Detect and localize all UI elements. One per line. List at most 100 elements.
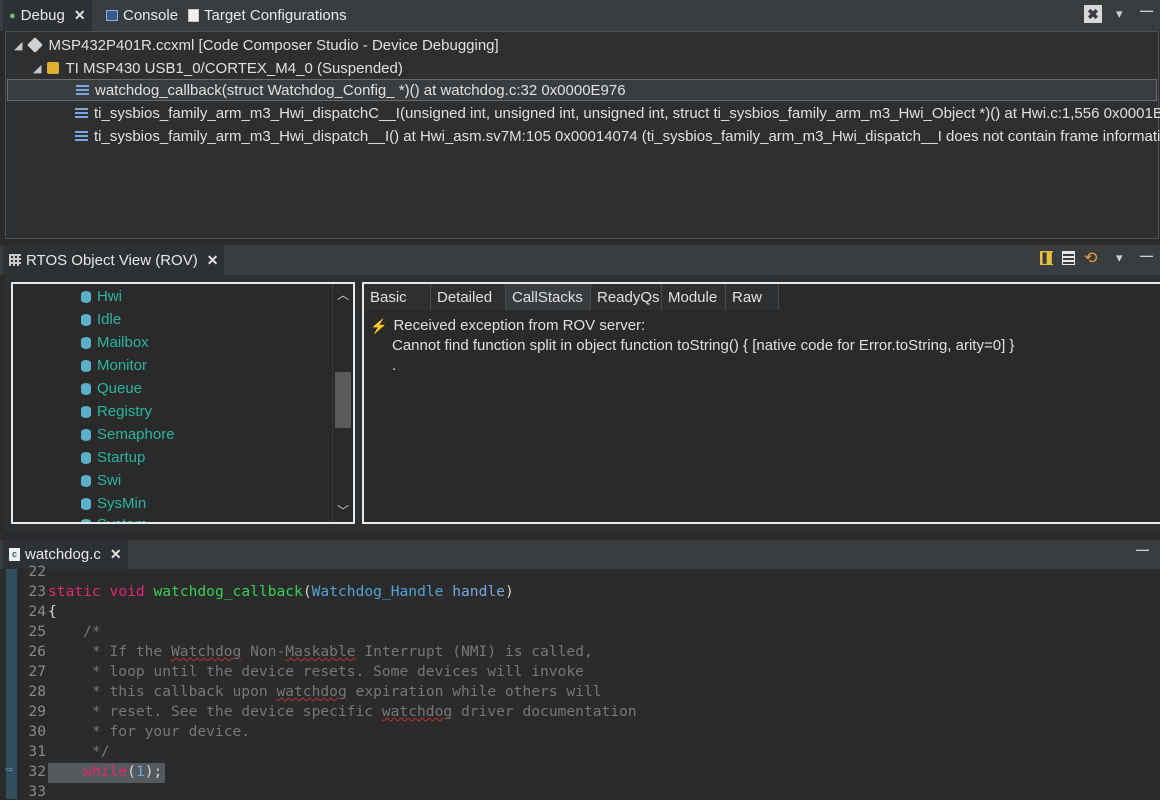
code-line-29: * reset. See the device specific watchdo… [48, 703, 637, 720]
module-label: Registry [97, 403, 153, 420]
line-number: 25 [28, 623, 46, 640]
tree-row-root[interactable]: ◢ MSP432P401R.ccxml [Code Composer Studi… [14, 34, 499, 56]
error-plug-icon: ⚡ [370, 318, 388, 334]
collapse-arrow-icon[interactable]: ◢ [33, 62, 41, 75]
module-icon [81, 451, 91, 464]
stack-frame-icon [75, 107, 88, 119]
module-icon [81, 428, 91, 441]
tab-debug-label: Debug [20, 7, 65, 24]
module-label: Swi [97, 472, 122, 489]
rov-message: ⚡ Received exception from ROV server: Ca… [370, 316, 1014, 376]
module-icon [81, 336, 91, 349]
line-number: 29 [28, 703, 46, 720]
view-menu-icon[interactable]: ▾ [1116, 250, 1123, 266]
minimize-icon[interactable]: — [1140, 248, 1153, 263]
close-icon[interactable]: ✕ [207, 252, 219, 269]
module-label: SysMin [97, 495, 147, 512]
rov-module-item[interactable]: Queue [81, 380, 142, 397]
code-editor[interactable]: ⇨ 22 23 24 25 26 27 28 29 30 31 32 33 st… [0, 563, 1160, 800]
scroll-down-icon[interactable]: ﹀ [337, 502, 349, 519]
tab-rov-label: RTOS Object View (ROV) [26, 251, 198, 269]
tab-console[interactable]: Console [100, 0, 184, 31]
editor-tabbar: c watchdog.c ✕ — [0, 540, 1160, 569]
remove-terminated-icon[interactable]: ✖ [1084, 5, 1102, 23]
code-line-25: /* [48, 623, 101, 640]
tab-detailed-label: Detailed [437, 288, 493, 306]
rov-module-item[interactable]: SysMin [81, 495, 146, 512]
tab-readyqs[interactable]: ReadyQs [591, 284, 662, 310]
debug-tabbar: ● Debug ✕ Console Target Configurations … [0, 0, 1160, 31]
module-label: Mailbox [97, 334, 149, 351]
rov-message-line: Received exception from ROV server: [393, 317, 646, 334]
tab-detailed[interactable]: Detailed [431, 284, 506, 310]
pause-icon[interactable]: ❚❚ [1040, 251, 1058, 265]
module-icon [81, 518, 91, 522]
stack-frame-icon [76, 84, 89, 96]
module-icon [81, 474, 91, 487]
stack-frame[interactable]: ti_sysbios_family_arm_m3_Hwi_dispatchC__… [75, 102, 1160, 124]
tree-row-core[interactable]: ◢ TI MSP430 USB1_0/CORTEX_M4_0 (Suspende… [33, 57, 403, 79]
line-number: 33 [28, 783, 46, 800]
close-icon[interactable]: ✕ [110, 546, 122, 563]
close-icon[interactable]: ✕ [74, 7, 86, 24]
tab-console-label: Console [123, 7, 179, 24]
tab-readyqs-label: ReadyQs [597, 288, 660, 306]
tree-core-label: TI MSP430 USB1_0/CORTEX_M4_0 (Suspended) [65, 59, 403, 77]
device-cube-icon [27, 37, 44, 53]
rov-scrollbar[interactable]: ︿ ﹀ [332, 284, 353, 522]
code-line-30: * for your device. [48, 723, 251, 740]
scroll-up-icon[interactable]: ︿ [337, 286, 349, 303]
rov-module-item[interactable]: Registry [81, 403, 152, 420]
sync-icon[interactable]: ⟲ [1084, 248, 1097, 268]
rov-module-item[interactable]: Semaphore [81, 426, 175, 443]
stack-frame-selected[interactable]: watchdog_callback(struct Watchdog_Config… [7, 79, 1157, 101]
rov-module-item[interactable]: Hwi [81, 288, 122, 305]
tab-basic[interactable]: Basic [364, 284, 431, 310]
module-icon [81, 382, 91, 395]
code-line-24: { [48, 603, 57, 620]
stack-frame-label: ti_sysbios_family_arm_m3_Hwi_dispatch__I… [94, 127, 1160, 145]
refresh-options-icon[interactable] [1062, 251, 1075, 265]
rov-message-line: . [392, 357, 397, 374]
console-icon [106, 10, 118, 21]
rov-detail-panel: Basic Detailed CallStacks ReadyQs Module… [362, 282, 1160, 524]
target-config-icon [188, 9, 199, 22]
rov-module-item[interactable]: Swi [81, 472, 121, 489]
tab-debug[interactable]: ● Debug ✕ [3, 0, 92, 31]
rov-module-item[interactable]: Mailbox [81, 334, 149, 351]
tab-rov[interactable]: RTOS Object View (ROV) ✕ [3, 245, 225, 275]
tab-module-label: Module [668, 288, 718, 306]
scroll-thumb[interactable] [335, 372, 351, 428]
tab-raw[interactable]: Raw [726, 284, 779, 310]
rov-module-item[interactable]: Startup [81, 449, 145, 466]
collapse-arrow-icon[interactable]: ◢ [14, 39, 22, 52]
rov-module-item[interactable]: Idle [81, 311, 121, 328]
module-label: System [97, 516, 147, 522]
tab-target-configurations-label: Target Configurations [204, 7, 347, 24]
tab-module[interactable]: Module [662, 284, 726, 310]
tab-raw-label: Raw [732, 288, 763, 306]
tab-target-configurations[interactable]: Target Configurations [182, 0, 353, 31]
tab-callstacks[interactable]: CallStacks [506, 284, 591, 310]
c-file-icon: c [9, 548, 20, 561]
line-number: 28 [28, 683, 46, 700]
code-line-27: * loop until the device resets. Some dev… [48, 663, 584, 680]
instruction-pointer-icon: ⇨ [5, 762, 13, 777]
line-number: 30 [28, 723, 46, 740]
minimize-icon[interactable]: — [1140, 3, 1153, 18]
module-label: Queue [97, 380, 143, 397]
rov-module-item[interactable]: Monitor [81, 357, 147, 374]
module-label: Semaphore [97, 426, 175, 443]
minimize-icon[interactable]: — [1136, 542, 1149, 557]
code-line-23: static void watchdog_callback(Watchdog_H… [48, 583, 514, 600]
rov-module-item[interactable]: System [81, 516, 147, 522]
stack-frame[interactable]: ti_sysbios_family_arm_m3_Hwi_dispatch__I… [75, 125, 1160, 147]
line-number: 23 [28, 583, 46, 600]
grid-icon [9, 254, 21, 266]
bug-icon: ● [9, 9, 16, 22]
view-menu-icon[interactable]: ▾ [1116, 6, 1123, 22]
rov-tabbar: RTOS Object View (ROV) ✕ ❚❚ ⟲ ▾ — [0, 245, 1160, 275]
tab-callstacks-label: CallStacks [512, 288, 583, 306]
module-label: Monitor [97, 357, 148, 374]
stack-frame-label: watchdog_callback(struct Watchdog_Config… [95, 81, 626, 99]
